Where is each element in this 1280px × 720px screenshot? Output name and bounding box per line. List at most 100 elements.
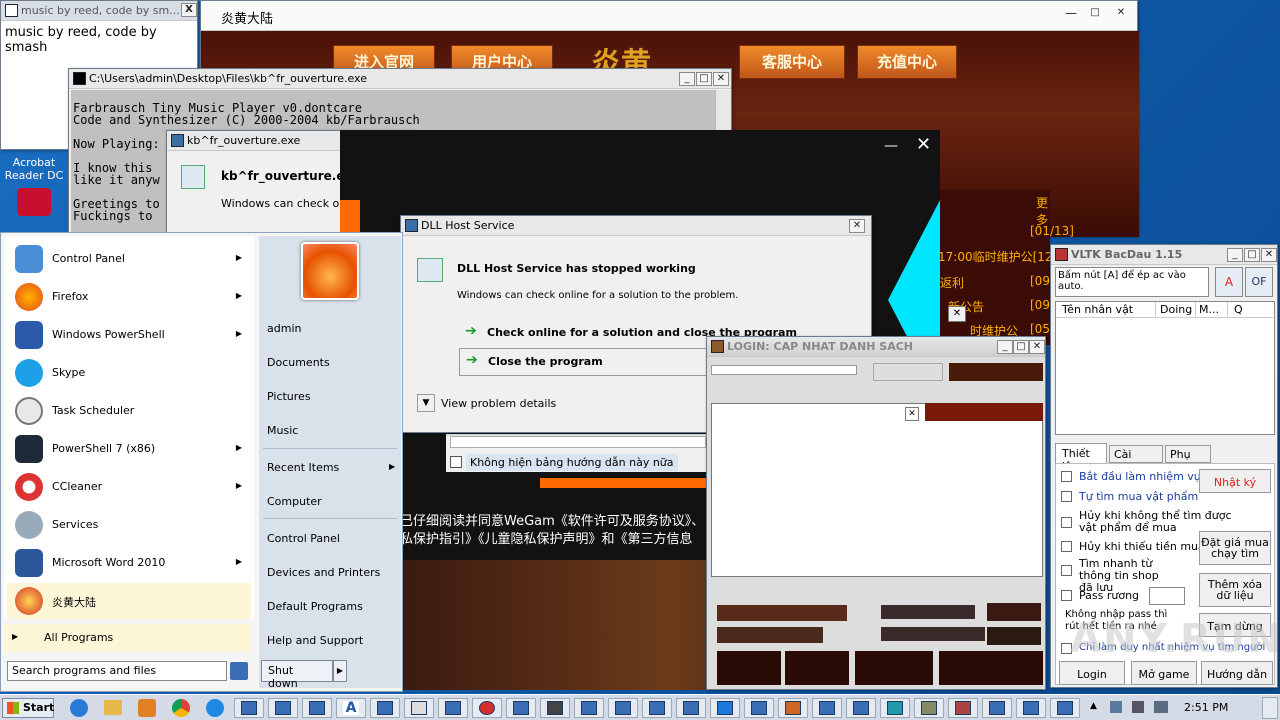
checkbox-cancel-not-found[interactable] <box>1061 517 1072 528</box>
maximize-button[interactable]: □ <box>1244 248 1260 262</box>
checkbox-start-quest[interactable] <box>1061 471 1072 482</box>
edge-icon[interactable] <box>206 699 224 717</box>
search-icon[interactable] <box>230 662 248 680</box>
checkbox-auto-buy[interactable] <box>1061 491 1072 502</box>
close-button[interactable]: ✕ <box>1113 7 1129 21</box>
folder-icon[interactable] <box>104 700 122 715</box>
link-recent-items[interactable]: Recent Items <box>267 461 339 474</box>
link-admin[interactable]: admin <box>267 322 301 335</box>
menu-item-powershell-7[interactable]: PowerShell 7 (x86) ▶ <box>12 431 252 467</box>
menu-item-word[interactable]: Microsoft Word 2010 ▶ <box>12 545 252 581</box>
flag-icon[interactable] <box>1110 701 1122 713</box>
tray-chevron-icon[interactable]: ▲ <box>1090 701 1097 711</box>
speaker-icon[interactable] <box>1132 701 1144 713</box>
game-titlebar[interactable]: 炎黄大陆 <box>201 1 1137 31</box>
taskbar-app-4[interactable]: A <box>336 698 366 718</box>
show-desktop-button[interactable] <box>1262 697 1278 719</box>
login-tile[interactable] <box>855 651 933 685</box>
minimize-button[interactable]: _ <box>1227 248 1243 262</box>
search-input[interactable]: Search programs and files <box>7 661 227 681</box>
minimize-button[interactable]: _ <box>997 340 1013 354</box>
taskbar-app-7[interactable] <box>438 698 468 718</box>
close-button[interactable]: ✕ <box>916 134 931 155</box>
clock-time[interactable]: 2:51 PM <box>1184 701 1228 714</box>
maximize-button[interactable]: □ <box>1087 7 1103 21</box>
checkbox-quick-search[interactable] <box>1061 565 1072 576</box>
taskbar-app-20[interactable] <box>880 698 910 718</box>
view-details-link[interactable]: View problem details <box>441 397 556 410</box>
shutdown-options-button[interactable]: ▶ <box>333 660 347 682</box>
shutdown-button[interactable]: Shut down <box>261 660 333 690</box>
wegame-agreement-line-1[interactable]: 已仔细阅读并同意WeGam《软件许可及服务协议》、 <box>400 510 704 529</box>
tab-settings[interactable]: Thiết lập <box>1055 443 1107 473</box>
taskbar-app-13[interactable] <box>642 698 672 718</box>
link-pictures[interactable]: Pictures <box>267 390 311 403</box>
taskbar-app-21[interactable] <box>914 698 944 718</box>
media-player-icon[interactable] <box>138 699 156 717</box>
taskbar-app-23[interactable] <box>982 698 1012 718</box>
col-header-q[interactable]: Q <box>1228 302 1276 318</box>
maximize-button[interactable]: □ <box>696 72 712 86</box>
link-music[interactable]: Music <box>267 424 298 437</box>
checkbox-chest-pass[interactable] <box>1061 590 1072 601</box>
taskbar-app-19[interactable] <box>846 698 876 718</box>
nav-service-center[interactable]: 客服中心 <box>739 45 845 79</box>
login-tile[interactable] <box>939 651 1043 685</box>
taskbar-app-17[interactable] <box>778 698 808 718</box>
dll-titlebar[interactable]: DLL Host Service <box>401 216 871 236</box>
login-tile[interactable] <box>717 651 781 685</box>
close-button[interactable]: ✕ <box>948 306 966 322</box>
taskbar-app-8[interactable] <box>472 698 502 718</box>
ie-icon[interactable] <box>70 699 88 717</box>
add-delete-data-button[interactable]: Thêm xóa dữ liệu <box>1199 573 1271 607</box>
col-header-name[interactable]: Tên nhân vật <box>1056 302 1156 318</box>
chrome-icon[interactable] <box>172 699 190 717</box>
log-button[interactable]: Nhật ký <box>1199 469 1271 493</box>
link-default-programs[interactable]: Default Programs <box>267 600 363 613</box>
minimize-button[interactable]: _ <box>679 72 695 86</box>
taskbar-app-11[interactable] <box>574 698 604 718</box>
link-documents[interactable]: Documents <box>267 356 330 369</box>
col-header-doing[interactable]: Doing <box>1156 302 1196 318</box>
login-field-2[interactable] <box>873 363 943 381</box>
acrobat-desktop-icon[interactable]: Acrobat Reader DC <box>0 150 68 230</box>
tab-install-game[interactable]: Cài game <box>1109 445 1163 474</box>
checkbox-cancel-no-money[interactable] <box>1061 541 1072 552</box>
login-titlebar[interactable]: LOGIN: CAP NHAT DANH SACH <box>707 337 1045 357</box>
guide-checkbox-row[interactable]: Không hiện bảng hướng dẫn này nữa <box>446 434 706 472</box>
close-button[interactable]: X <box>181 3 197 17</box>
menu-item-skype[interactable]: Skype <box>12 355 252 391</box>
login-tile[interactable] <box>785 651 849 685</box>
login-window[interactable]: LOGIN: CAP NHAT DANH SACH _ □ ✕ ✕ <box>706 336 1046 690</box>
link-computer[interactable]: Computer <box>267 495 322 508</box>
menu-item-services[interactable]: Services <box>12 507 252 543</box>
menu-item-task-scheduler[interactable]: Task Scheduler <box>12 393 252 429</box>
login-button[interactable]: Login <box>1059 661 1125 685</box>
menu-item-control-panel[interactable]: Control Panel ▶ <box>12 241 252 277</box>
taskbar-app-5[interactable] <box>370 698 400 718</box>
taskbar-app-10[interactable] <box>540 698 570 718</box>
close-button[interactable]: ✕ <box>713 72 729 86</box>
maximize-button[interactable]: □ <box>1013 340 1029 354</box>
taskbar-app-24[interactable] <box>1016 698 1046 718</box>
console-titlebar[interactable]: C:\Users\admin\Desktop\Files\kb^fr_ouver… <box>69 69 731 89</box>
menu-item-firefox[interactable]: Firefox ▶ <box>12 279 252 315</box>
news-item-1[interactable]: 返利 <box>940 274 964 291</box>
chest-pass-input[interactable] <box>1149 587 1185 605</box>
menu-item-powershell[interactable]: Windows PowerShell ▶ <box>12 317 252 353</box>
taskbar-app-22[interactable] <box>948 698 978 718</box>
start-button[interactable]: Start <box>2 698 54 718</box>
taskbar-app-3[interactable] <box>302 698 332 718</box>
col-header-m[interactable]: M... <box>1196 302 1228 318</box>
taskbar-app-12[interactable] <box>608 698 638 718</box>
menu-item-ccleaner[interactable]: CCleaner ▶ <box>12 469 252 505</box>
set-price-button[interactable]: Đặt giá mua chạy tìm <box>1199 531 1271 565</box>
close-button[interactable]: ✕ <box>905 407 919 421</box>
taskbar-app-25[interactable] <box>1050 698 1080 718</box>
close-button[interactable]: ✕ <box>849 219 865 233</box>
minimize-button[interactable]: — <box>1063 7 1079 21</box>
link-control-panel[interactable]: Control Panel <box>267 532 340 545</box>
guide-checkbox[interactable] <box>450 456 462 468</box>
nav-recharge-center[interactable]: 充值中心 <box>857 45 957 79</box>
chevron-down-icon[interactable]: ▼ <box>417 394 435 412</box>
